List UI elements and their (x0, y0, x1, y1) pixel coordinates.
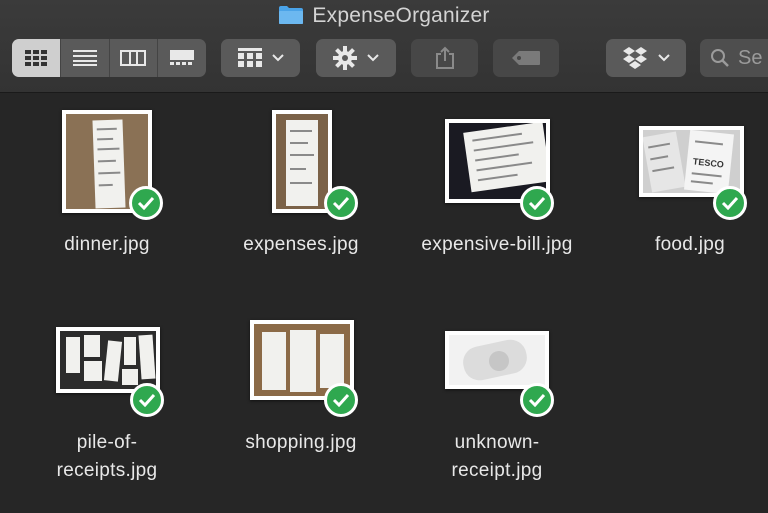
file-icon-grid: dinner.jpg expenses.jpg expensive-bill.j… (0, 93, 768, 513)
search-icon (711, 49, 729, 67)
sync-status-check-icon (520, 383, 554, 417)
group-by-button[interactable] (221, 39, 300, 77)
gear-icon (333, 46, 357, 70)
file-item-expenses[interactable]: expenses.jpg (206, 93, 396, 273)
sync-status-check-icon (713, 186, 747, 220)
chevron-down-icon (658, 54, 670, 62)
file-name: dinner.jpg (64, 234, 150, 255)
gallery-view-icon (170, 50, 195, 65)
folder-icon (279, 6, 304, 24)
column-view-icon (120, 50, 147, 66)
dropbox-button[interactable] (606, 39, 686, 77)
dropbox-icon (623, 47, 647, 69)
file-item-unknown-receipt[interactable]: unknown- receipt.jpg (402, 313, 592, 513)
search-placeholder: Se (738, 46, 763, 69)
sync-status-check-icon (130, 383, 164, 417)
window-title: ExpenseOrganizer (0, 4, 768, 28)
file-name: expenses.jpg (243, 234, 359, 255)
tag-button[interactable] (493, 39, 559, 77)
list-view-icon (72, 50, 97, 66)
file-item-dinner[interactable]: dinner.jpg (12, 93, 202, 273)
window-title-text: ExpenseOrganizer (312, 4, 490, 27)
chevron-down-icon (367, 54, 379, 62)
file-item-food[interactable]: TESCO food.jpg (595, 93, 768, 273)
search-field[interactable]: Se (700, 39, 768, 77)
list-view-button[interactable] (61, 39, 110, 77)
sync-status-check-icon (520, 186, 554, 220)
gallery-view-button[interactable] (158, 39, 206, 77)
finder-toolbar: ExpenseOrganizer Se (0, 0, 768, 93)
file-name: expensive-bill.jpg (421, 234, 573, 255)
sync-status-check-icon (129, 186, 163, 220)
icon-view-icon (24, 50, 47, 66)
share-icon (435, 46, 454, 69)
column-view-button[interactable] (110, 39, 159, 77)
tag-icon (512, 51, 540, 65)
action-menu-button[interactable] (316, 39, 396, 77)
grid-group-icon (237, 48, 262, 67)
file-thumbnail (445, 331, 549, 389)
file-item-expensive-bill[interactable]: expensive-bill.jpg (402, 93, 592, 273)
file-item-pile-of-receipts[interactable]: pile-of- receipts.jpg (12, 313, 202, 513)
file-thumbnail (272, 110, 332, 213)
share-button[interactable] (411, 39, 478, 77)
file-name: pile-of- receipts.jpg (56, 432, 158, 481)
file-name: food.jpg (654, 234, 725, 255)
file-name: shopping.jpg (245, 432, 357, 453)
icon-view-button[interactable] (12, 39, 61, 77)
sync-status-check-icon (324, 186, 358, 220)
file-name: unknown- receipt.jpg (451, 432, 543, 481)
sync-status-check-icon (324, 383, 358, 417)
chevron-down-icon (271, 54, 284, 62)
view-mode-control (12, 39, 206, 77)
file-item-shopping[interactable]: shopping.jpg (206, 313, 396, 513)
